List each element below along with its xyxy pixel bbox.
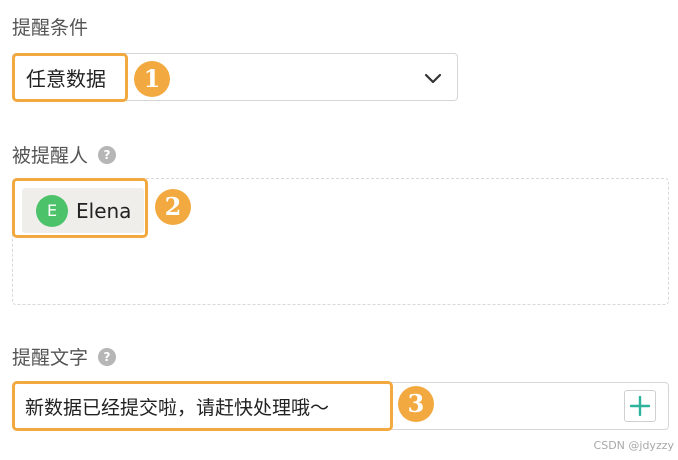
- message-label: 提醒文字 ?: [12, 343, 117, 370]
- condition-selected-value: 任意数据: [26, 67, 106, 91]
- watermark: CSDN @jdyzzy: [593, 439, 674, 452]
- step-badge-3: 3: [398, 386, 434, 422]
- message-value[interactable]: 新数据已经提交啦，请赶快处理哦～: [25, 393, 329, 420]
- chevron-down-icon[interactable]: [421, 66, 445, 90]
- plus-icon: [629, 395, 651, 417]
- recipients-label: 被提醒人 ?: [12, 141, 117, 168]
- add-variable-button[interactable]: [624, 390, 656, 422]
- page: 提醒条件 任意数据 1 被提醒人 ? E Elena 2 提醒文字 ? 新数据已…: [0, 0, 678, 460]
- step-badge-1: 1: [134, 61, 170, 97]
- help-icon[interactable]: ?: [98, 347, 117, 366]
- recipient-name: Elena: [76, 198, 132, 223]
- recipients-label-text: 被提醒人: [12, 145, 89, 167]
- recipient-tag[interactable]: E Elena: [22, 188, 144, 233]
- help-icon[interactable]: ?: [98, 145, 117, 164]
- condition-label: 提醒条件: [12, 13, 88, 40]
- condition-label-text: 提醒条件: [12, 17, 89, 39]
- avatar: E: [36, 194, 68, 227]
- step-badge-2: 2: [155, 189, 191, 225]
- message-label-text: 提醒文字: [12, 347, 89, 369]
